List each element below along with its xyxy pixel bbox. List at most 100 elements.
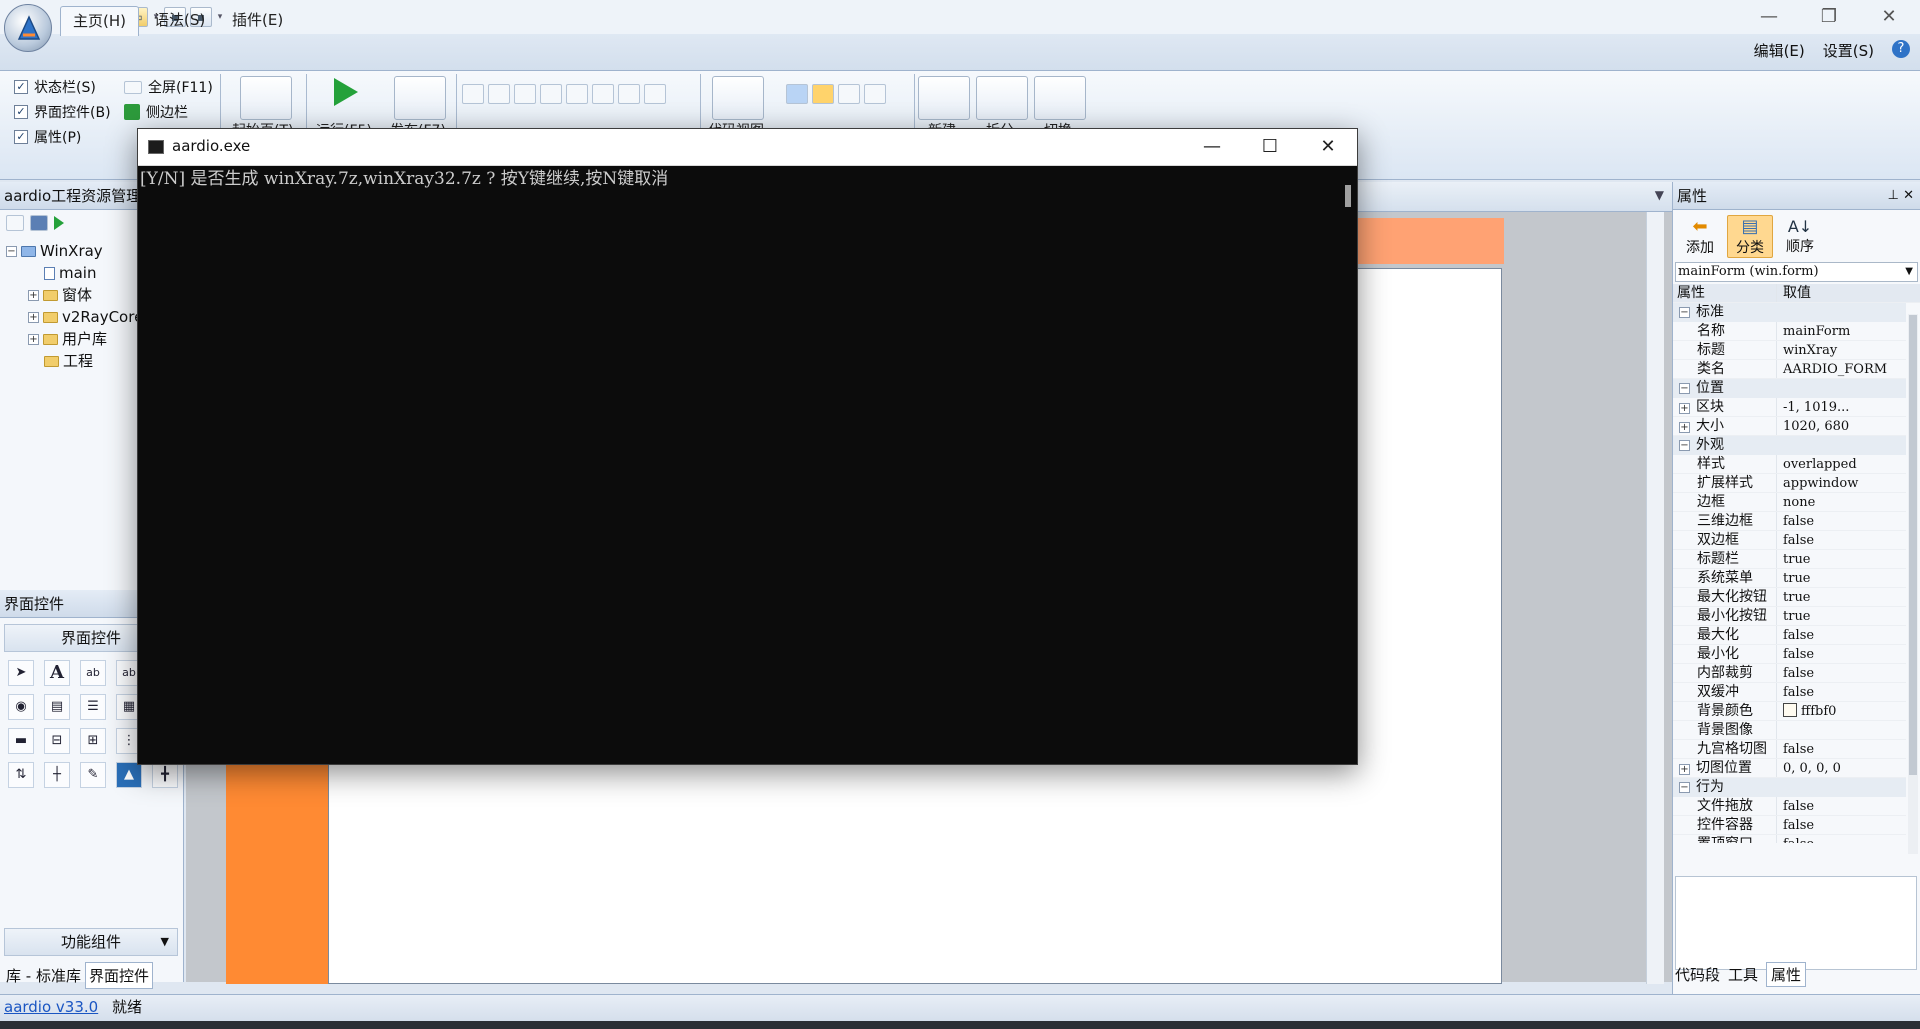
property-value[interactable]: fffbf0 — [1777, 702, 1906, 720]
property-value[interactable]: none — [1777, 493, 1906, 511]
scroll-thumb[interactable] — [1909, 315, 1917, 775]
property-value[interactable]: false — [1777, 626, 1906, 644]
expand-icon[interactable]: + — [28, 333, 39, 345]
progress-icon[interactable]: ▬ — [8, 728, 34, 754]
publish-icon[interactable] — [394, 76, 446, 120]
property-category[interactable]: − 位置 — [1673, 379, 1906, 398]
edit-menu[interactable]: 编辑(E) — [1754, 40, 1805, 61]
restore-button[interactable]: ❐ — [1800, 0, 1858, 34]
property-row[interactable]: 置顶窗口 false — [1673, 835, 1906, 843]
property-value[interactable]: -1, 1019... — [1777, 398, 1906, 416]
property-category[interactable]: − 行为 — [1673, 778, 1906, 797]
window-icon[interactable] — [838, 84, 860, 104]
expand-icon[interactable]: + — [28, 311, 39, 323]
spinner-icon[interactable]: ⇅ — [8, 762, 34, 788]
console-window[interactable]: aardio.exe — ☐ ✕ [Y/N] 是否生成 winXray.7z,w… — [137, 128, 1358, 765]
property-row[interactable]: 系统菜单 true — [1673, 569, 1906, 588]
collapse-icon[interactable]: − — [1679, 782, 1690, 793]
listview-icon[interactable]: ⊞ — [80, 728, 106, 754]
property-value[interactable]: AARDIO_FORM — [1777, 360, 1906, 378]
console-titlebar[interactable]: aardio.exe — ☐ ✕ — [138, 129, 1357, 166]
property-row[interactable]: + 切图位置 0, 0, 0, 0 — [1673, 759, 1906, 778]
expand-icon[interactable]: + — [1679, 422, 1690, 433]
property-category[interactable]: − 标准 — [1673, 303, 1906, 322]
statusbar-toggle[interactable]: ✓ 状态栏(S) — [14, 77, 96, 97]
version-link[interactable]: aardio v33.0 — [4, 995, 98, 1020]
start-page-icon[interactable] — [240, 76, 292, 120]
property-row[interactable]: 最大化按钮 true — [1673, 588, 1906, 607]
property-value[interactable]: false — [1777, 835, 1906, 843]
property-row[interactable]: 背景颜色 fffbf0 — [1673, 702, 1906, 721]
cut-icon[interactable] — [462, 84, 484, 104]
category-button[interactable]: ▤ 分类 — [1727, 214, 1773, 258]
outdent-icon[interactable] — [592, 84, 614, 104]
run-project-icon[interactable] — [54, 216, 64, 230]
collapse-icon[interactable]: − — [1679, 307, 1690, 318]
property-row[interactable]: 双缓冲 false — [1673, 683, 1906, 702]
form-designer-icon[interactable] — [786, 84, 808, 104]
property-value[interactable]: true — [1777, 588, 1906, 606]
property-value[interactable]: true — [1777, 550, 1906, 568]
property-scrollbar[interactable] — [1908, 314, 1918, 854]
split-icon[interactable] — [976, 76, 1028, 120]
property-value[interactable]: false — [1777, 531, 1906, 549]
document-scrollbar[interactable] — [1646, 212, 1664, 984]
property-row[interactable]: 样式 overlapped — [1673, 455, 1906, 474]
property-row[interactable]: 名称 mainForm — [1673, 322, 1906, 341]
pointer-icon[interactable]: ➤ — [8, 660, 34, 686]
layout-icon[interactable] — [812, 84, 834, 104]
property-row[interactable]: 类名 AARDIO_FORM — [1673, 360, 1906, 379]
uncomment-icon[interactable] — [644, 84, 666, 104]
fullscreen-button[interactable]: 全屏(F11) — [124, 77, 213, 97]
property-row[interactable]: 最大化 false — [1673, 626, 1906, 645]
comment-icon[interactable] — [618, 84, 640, 104]
console-minimize-button[interactable]: — — [1183, 129, 1241, 166]
app-menu-button[interactable] — [4, 4, 52, 52]
property-row[interactable]: 控件容器 false — [1673, 816, 1906, 835]
property-value[interactable]: mainForm — [1777, 322, 1906, 340]
format-icon[interactable] — [540, 84, 562, 104]
property-value[interactable]: false — [1777, 740, 1906, 758]
run-icon[interactable] — [334, 78, 358, 106]
tab-tools[interactable]: 工具 — [1728, 964, 1758, 985]
property-row[interactable]: 背景图像 — [1673, 721, 1906, 740]
save-project-icon[interactable] — [30, 215, 48, 231]
collapse-icon[interactable]: − — [6, 245, 17, 257]
tab-ui-controls[interactable]: 界面控件 — [84, 961, 153, 989]
property-value[interactable]: true — [1777, 569, 1906, 587]
property-row[interactable]: 边框 none — [1673, 493, 1906, 512]
static-text-icon[interactable]: A — [44, 660, 70, 686]
property-value[interactable]: false — [1777, 816, 1906, 834]
property-value[interactable]: 1020, 680 — [1777, 417, 1906, 435]
property-row[interactable]: 最小化 false — [1673, 645, 1906, 664]
tab-stdlib[interactable]: 库 - 标准库 — [4, 963, 83, 988]
close-button[interactable]: ✕ — [1860, 0, 1918, 34]
custom-control-icon[interactable]: ✎ — [80, 762, 106, 788]
property-value[interactable]: true — [1777, 607, 1906, 625]
listbox-icon[interactable]: ☰ — [80, 694, 106, 720]
object-selector[interactable]: mainForm (win.form) ▼ — [1675, 262, 1918, 282]
copy-icon[interactable] — [488, 84, 510, 104]
property-value[interactable] — [1777, 721, 1906, 739]
splitter-icon[interactable]: ┼ — [44, 762, 70, 788]
paste-icon[interactable] — [514, 84, 536, 104]
property-value[interactable]: false — [1777, 683, 1906, 701]
property-value[interactable]: false — [1777, 512, 1906, 530]
new-window-icon[interactable] — [918, 76, 970, 120]
tab-syntax[interactable]: 语法(S) — [142, 6, 217, 36]
property-value[interactable]: winXray — [1777, 341, 1906, 359]
property-value[interactable]: false — [1777, 645, 1906, 663]
minimize-button[interactable]: — — [1740, 0, 1798, 34]
property-value[interactable]: appwindow — [1777, 474, 1906, 492]
property-row[interactable]: 文件拖放 false — [1673, 797, 1906, 816]
ui-controls-toggle[interactable]: ✓ 界面控件(B) — [14, 102, 111, 122]
radio-icon[interactable]: ◉ — [8, 694, 34, 720]
property-row[interactable]: + 区块 -1, 1019... — [1673, 398, 1906, 417]
add-button[interactable]: ⬅ 添加 — [1677, 216, 1723, 257]
expand-icon[interactable]: + — [28, 289, 39, 301]
sidebar-button[interactable]: 侧边栏 — [124, 102, 188, 122]
pin-close-icons[interactable]: ⊥ ✕ — [1888, 182, 1920, 209]
image-icon[interactable]: ▲ — [116, 762, 142, 788]
help-icon[interactable]: ? — [1892, 40, 1910, 58]
sort-button[interactable]: A↓ 顺序 — [1777, 217, 1823, 256]
